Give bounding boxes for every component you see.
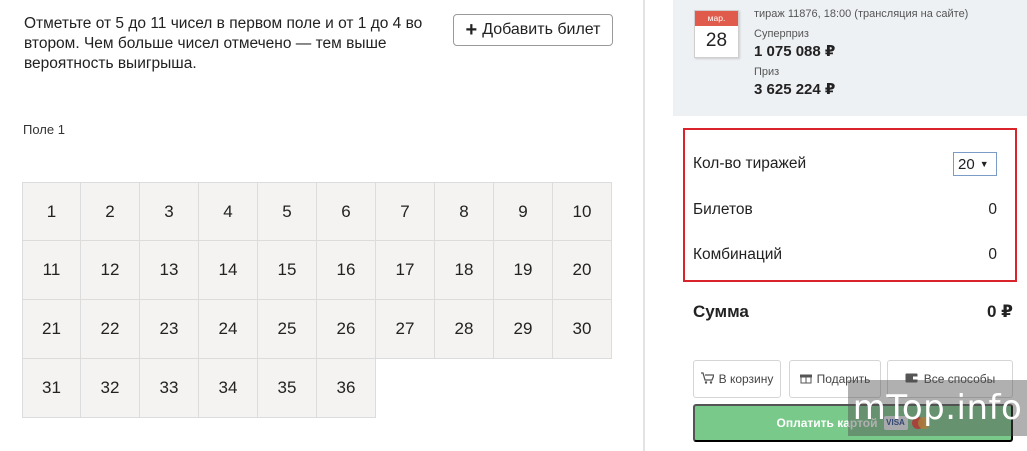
number-cell[interactable]: 26 [317, 300, 376, 359]
number-cell[interactable]: 12 [81, 241, 140, 300]
draw-number-info: тираж 11876, 18:00 (трансляция на сайте) [754, 8, 969, 20]
number-cell[interactable]: 19 [494, 241, 553, 300]
number-cell[interactable]: 10 [553, 182, 612, 241]
number-cell[interactable]: 7 [376, 182, 435, 241]
number-cell[interactable]: 22 [81, 300, 140, 359]
number-cell[interactable]: 1 [22, 182, 81, 241]
number-cell[interactable]: 24 [199, 300, 258, 359]
cart-button-label: В корзину [718, 372, 774, 386]
number-cell[interactable]: 25 [258, 300, 317, 359]
field-1-label: Поле 1 [23, 122, 65, 137]
number-cell[interactable]: 23 [140, 300, 199, 359]
jackpot-value: 1 075 088 ₽ [754, 43, 836, 60]
number-cell[interactable]: 35 [258, 359, 317, 418]
add-to-cart-button[interactable]: В корзину [693, 360, 781, 398]
number-cell[interactable]: 9 [494, 182, 553, 241]
calendar-day: 28 [705, 30, 728, 51]
number-cell[interactable]: 32 [81, 359, 140, 418]
panel-divider [643, 0, 645, 451]
ticket-area: Отметьте от 5 до 11 чисел в первом поле … [0, 0, 643, 451]
number-cell[interactable]: 14 [199, 241, 258, 300]
prize-label: Приз [754, 66, 780, 78]
sum-label: Сумма [693, 302, 749, 321]
number-cell[interactable]: 11 [22, 241, 81, 300]
calendar-icon: мар. 28 [694, 10, 739, 58]
number-cell[interactable]: 33 [140, 359, 199, 418]
draws-count-select[interactable]: 20 ▼ [953, 152, 997, 176]
draw-info-panel: мар. 28 тираж 11876, 18:00 (трансляция н… [673, 0, 1027, 116]
number-cell[interactable]: 18 [435, 241, 494, 300]
number-cell[interactable]: 3 [140, 182, 199, 241]
number-grid: 1 2 3 4 5 6 7 8 9 10 11 12 13 14 15 16 17 18 19 20 21 22 23 24 2… [22, 182, 613, 418]
tickets-label: Билетов [693, 201, 753, 218]
number-row: 31 32 33 34 35 36 [22, 359, 613, 418]
dropdown-arrow-icon: ▼ [979, 159, 989, 169]
tickets-value: 0 [988, 201, 997, 218]
cart-icon [700, 371, 715, 387]
watermark: mTop.info [848, 380, 1027, 436]
number-row: 11 12 13 14 15 16 17 18 19 20 [22, 241, 613, 300]
sum-value: 0 ₽ [986, 302, 1013, 321]
number-cell[interactable]: 16 [317, 241, 376, 300]
number-cell[interactable]: 13 [140, 241, 199, 300]
draws-count-value: 20 [958, 155, 975, 173]
number-row: 21 22 23 24 25 26 27 28 29 30 [22, 300, 613, 359]
number-cell[interactable]: 28 [435, 300, 494, 359]
number-cell[interactable]: 21 [22, 300, 81, 359]
number-cell[interactable]: 27 [376, 300, 435, 359]
add-ticket-button[interactable]: + Добавить билет [453, 14, 613, 46]
number-cell[interactable]: 34 [199, 359, 258, 418]
number-cell[interactable]: 6 [317, 182, 376, 241]
number-cell[interactable]: 5 [258, 182, 317, 241]
number-row: 1 2 3 4 5 6 7 8 9 10 [22, 182, 613, 241]
combinations-value: 0 [988, 246, 997, 263]
calendar-month: мар. [695, 11, 738, 26]
number-cell[interactable]: 29 [494, 300, 553, 359]
gift-icon [799, 372, 812, 387]
number-cell[interactable]: 20 [553, 241, 612, 300]
jackpot-label: Суперприз [754, 28, 809, 40]
instructions-text: Отметьте от 5 до 11 чисел в первом поле … [24, 15, 423, 72]
number-cell[interactable]: 30 [553, 300, 612, 359]
number-cell[interactable]: 4 [199, 182, 258, 241]
number-cell[interactable]: 2 [81, 182, 140, 241]
number-cell[interactable]: 15 [258, 241, 317, 300]
number-cell[interactable]: 17 [376, 241, 435, 300]
draws-count-label: Кол-во тиражей [693, 155, 807, 172]
number-cell[interactable]: 36 [317, 359, 376, 418]
combinations-label: Комбинаций [693, 246, 783, 263]
plus-icon: + [465, 19, 478, 41]
number-cell[interactable]: 31 [22, 359, 81, 418]
prize-value: 3 625 224 ₽ [754, 81, 836, 98]
number-cell[interactable]: 8 [435, 182, 494, 241]
add-ticket-label: Добавить билет [482, 21, 601, 38]
